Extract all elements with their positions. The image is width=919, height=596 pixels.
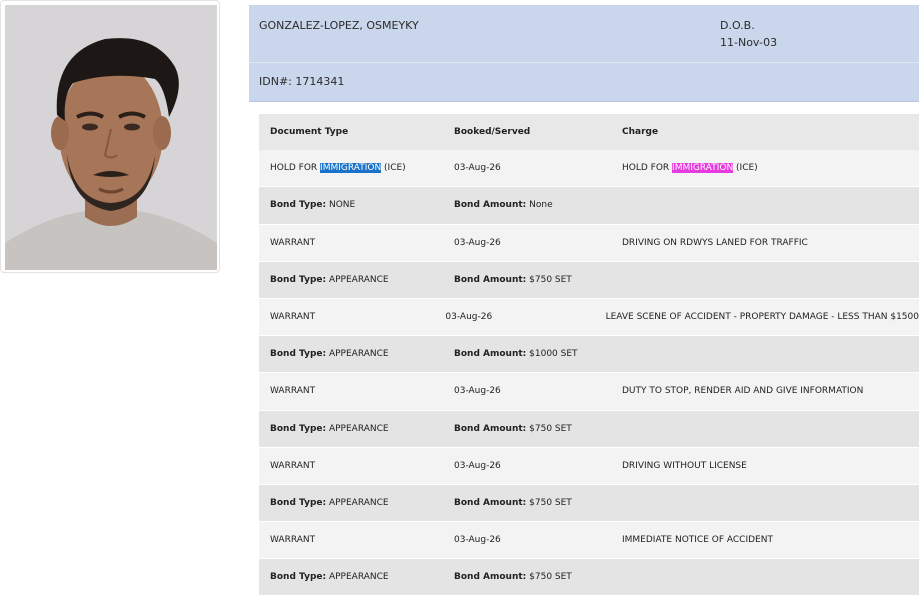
bond-type-value: APPEARANCE [326,423,389,434]
document-type-text: HOLD FOR [270,163,321,174]
charge-text: HOLD FOR [622,163,673,174]
bond-amount-cell: Bond Amount: $750 SET [443,424,611,434]
bond-type-label: Bond Type: [270,349,327,360]
dob-label: D.O.B. [720,19,755,32]
header-divider [249,62,919,63]
bond-amount-label: Bond Amount: [454,572,527,583]
bond-type-cell: Bond Type: NONE [259,200,443,210]
document-type-text: WARRANT [270,312,316,323]
booked-served-date: 03-Aug-26 [454,237,501,248]
document-type-text: WARRANT [270,386,316,397]
booked-served-date: 03-Aug-26 [445,312,493,323]
bond-amount-label: Bond Amount: [454,200,527,211]
bond-type-label: Bond Type: [270,497,327,508]
bond-type-label: Bond Type: [270,572,327,583]
document-type-text: WARRANT [270,460,316,471]
bond-row: Bond Type: APPEARANCE Bond Amount: $750 … [259,484,919,523]
bond-amount-cell: Bond Amount: $750 SET [443,275,611,285]
charge-row: HOLD FOR IMMIGRATION (ICE) 03-Aug-26 HOL… [259,150,919,188]
charge-row: WARRANT 03-Aug-26 DUTY TO STOP, RENDER A… [259,373,919,411]
charges-table: Document Type Booked/Served Charge HOLD … [259,114,919,596]
bond-amount-cell: Bond Amount: None [443,200,611,210]
idn-number: IDN#: 1714341 [259,75,345,88]
charge-description-cell: DUTY TO STOP, RENDER AID AND GIVE INFORM… [611,386,919,396]
document-type-cell: WARRANT [259,386,443,396]
document-type-text: WARRANT [270,237,316,248]
bond-type-label: Bond Type: [270,274,327,285]
document-type-cell: WARRANT [259,535,443,545]
bond-type-cell: Bond Type: APPEARANCE [259,424,443,434]
bond-amount-value: None [526,200,553,211]
charge-text: DRIVING WITHOUT LICENSE [622,460,747,471]
bond-amount-cell: Bond Amount: $1000 SET [443,349,611,359]
charge-description-cell: DRIVING ON RDWYS LANED FOR TRAFFIC [611,238,919,248]
charge-description-cell: HOLD FOR IMMIGRATION (ICE) [611,163,919,174]
inmate-record: GONZALEZ-LOPEZ, OSMEYKY D.O.B. 11-Nov-03… [249,5,919,596]
document-type-suffix: (ICE) [381,163,406,174]
bond-type-value: APPEARANCE [326,349,389,360]
column-header-booked-served: Booked/Served [454,127,531,138]
column-header-document-type: Document Type [270,127,349,138]
booking-photo-frame [0,0,220,273]
bond-amount-cell: Bond Amount: $750 SET [443,572,611,582]
inmate-header: GONZALEZ-LOPEZ, OSMEYKY D.O.B. 11-Nov-03… [249,5,919,102]
bond-row: Bond Type: APPEARANCE Bond Amount: $750 … [259,410,919,448]
charge-row: WARRANT 03-Aug-26 DRIVING ON RDWYS LANED… [259,224,919,262]
column-header-charge: Charge [622,127,659,138]
booked-served-date: 03-Aug-26 [454,386,501,397]
bond-type-cell: Bond Type: APPEARANCE [259,349,443,359]
bond-row: Bond Type: APPEARANCE Bond Amount: $750 … [259,261,919,299]
bond-type-label: Bond Type: [270,200,327,211]
charge-row: WARRANT 03-Aug-26 LEAVE SCENE OF ACCIDEN… [259,298,919,337]
bond-amount-label: Bond Amount: [454,274,527,285]
charge-text: DUTY TO STOP, RENDER AID AND GIVE INFORM… [622,386,864,397]
bond-amount-label: Bond Amount: [454,497,527,508]
bond-type-value: NONE [326,200,356,211]
booked-served-date: 03-Aug-26 [454,535,501,546]
charge-text: LEAVE SCENE OF ACCIDENT - PROPERTY DAMAG… [605,312,919,323]
bond-type-cell: Bond Type: APPEARANCE [259,498,443,508]
bond-amount-value: $750 SET [526,497,572,508]
highlighted-search-term: IMMIGRATION [320,163,382,174]
bond-type-label: Bond Type: [270,423,327,434]
bond-amount-value: $1000 SET [526,349,578,360]
highlighted-search-term: IMMIGRATION [672,163,734,174]
bond-amount-cell: Bond Amount: $750 SET [443,498,611,508]
dob-value: 11-Nov-03 [720,36,778,49]
charge-description-cell: IMMEDIATE NOTICE OF ACCIDENT [611,535,919,545]
bond-type-cell: Bond Type: APPEARANCE [259,572,443,582]
bond-amount-label: Bond Amount: [454,423,527,434]
bond-amount-value: $750 SET [526,572,572,583]
bond-row: Bond Type: NONE Bond Amount: None [259,187,919,225]
bond-row: Bond Type: APPEARANCE Bond Amount: $1000… [259,336,919,374]
document-type-cell: HOLD FOR IMMIGRATION (ICE) [259,163,443,174]
document-type-cell: WARRANT [259,461,443,471]
charge-description-cell: LEAVE SCENE OF ACCIDENT - PROPERTY DAMAG… [595,312,919,322]
charge-text: DRIVING ON RDWYS LANED FOR TRAFFIC [622,237,808,248]
booked-served-date: 03-Aug-26 [454,460,501,471]
charge-text: IMMEDIATE NOTICE OF ACCIDENT [622,535,773,546]
bond-type-value: APPEARANCE [326,572,389,583]
booked-served-date: 03-Aug-26 [454,163,501,174]
document-type-text: WARRANT [270,535,316,546]
bond-amount-label: Bond Amount: [454,349,527,360]
charge-row: WARRANT 03-Aug-26 IMMEDIATE NOTICE OF AC… [259,522,919,560]
document-type-cell: WARRANT [259,312,434,322]
charge-suffix: (ICE) [733,163,758,174]
bond-type-value: APPEARANCE [326,497,389,508]
bond-type-value: APPEARANCE [326,274,389,285]
bond-type-cell: Bond Type: APPEARANCE [259,275,443,285]
inmate-name: GONZALEZ-LOPEZ, OSMEYKY [259,19,419,32]
charge-description-cell: DRIVING WITHOUT LICENSE [611,461,919,471]
charges-table-header: Document Type Booked/Served Charge [259,114,919,151]
booking-photo [5,5,217,270]
bond-amount-value: $750 SET [526,423,572,434]
document-type-cell: WARRANT [259,238,443,248]
bond-amount-value: $750 SET [526,274,572,285]
bond-row: Bond Type: APPEARANCE Bond Amount: $750 … [259,559,919,596]
charge-row: WARRANT 03-Aug-26 DRIVING WITHOUT LICENS… [259,447,919,485]
